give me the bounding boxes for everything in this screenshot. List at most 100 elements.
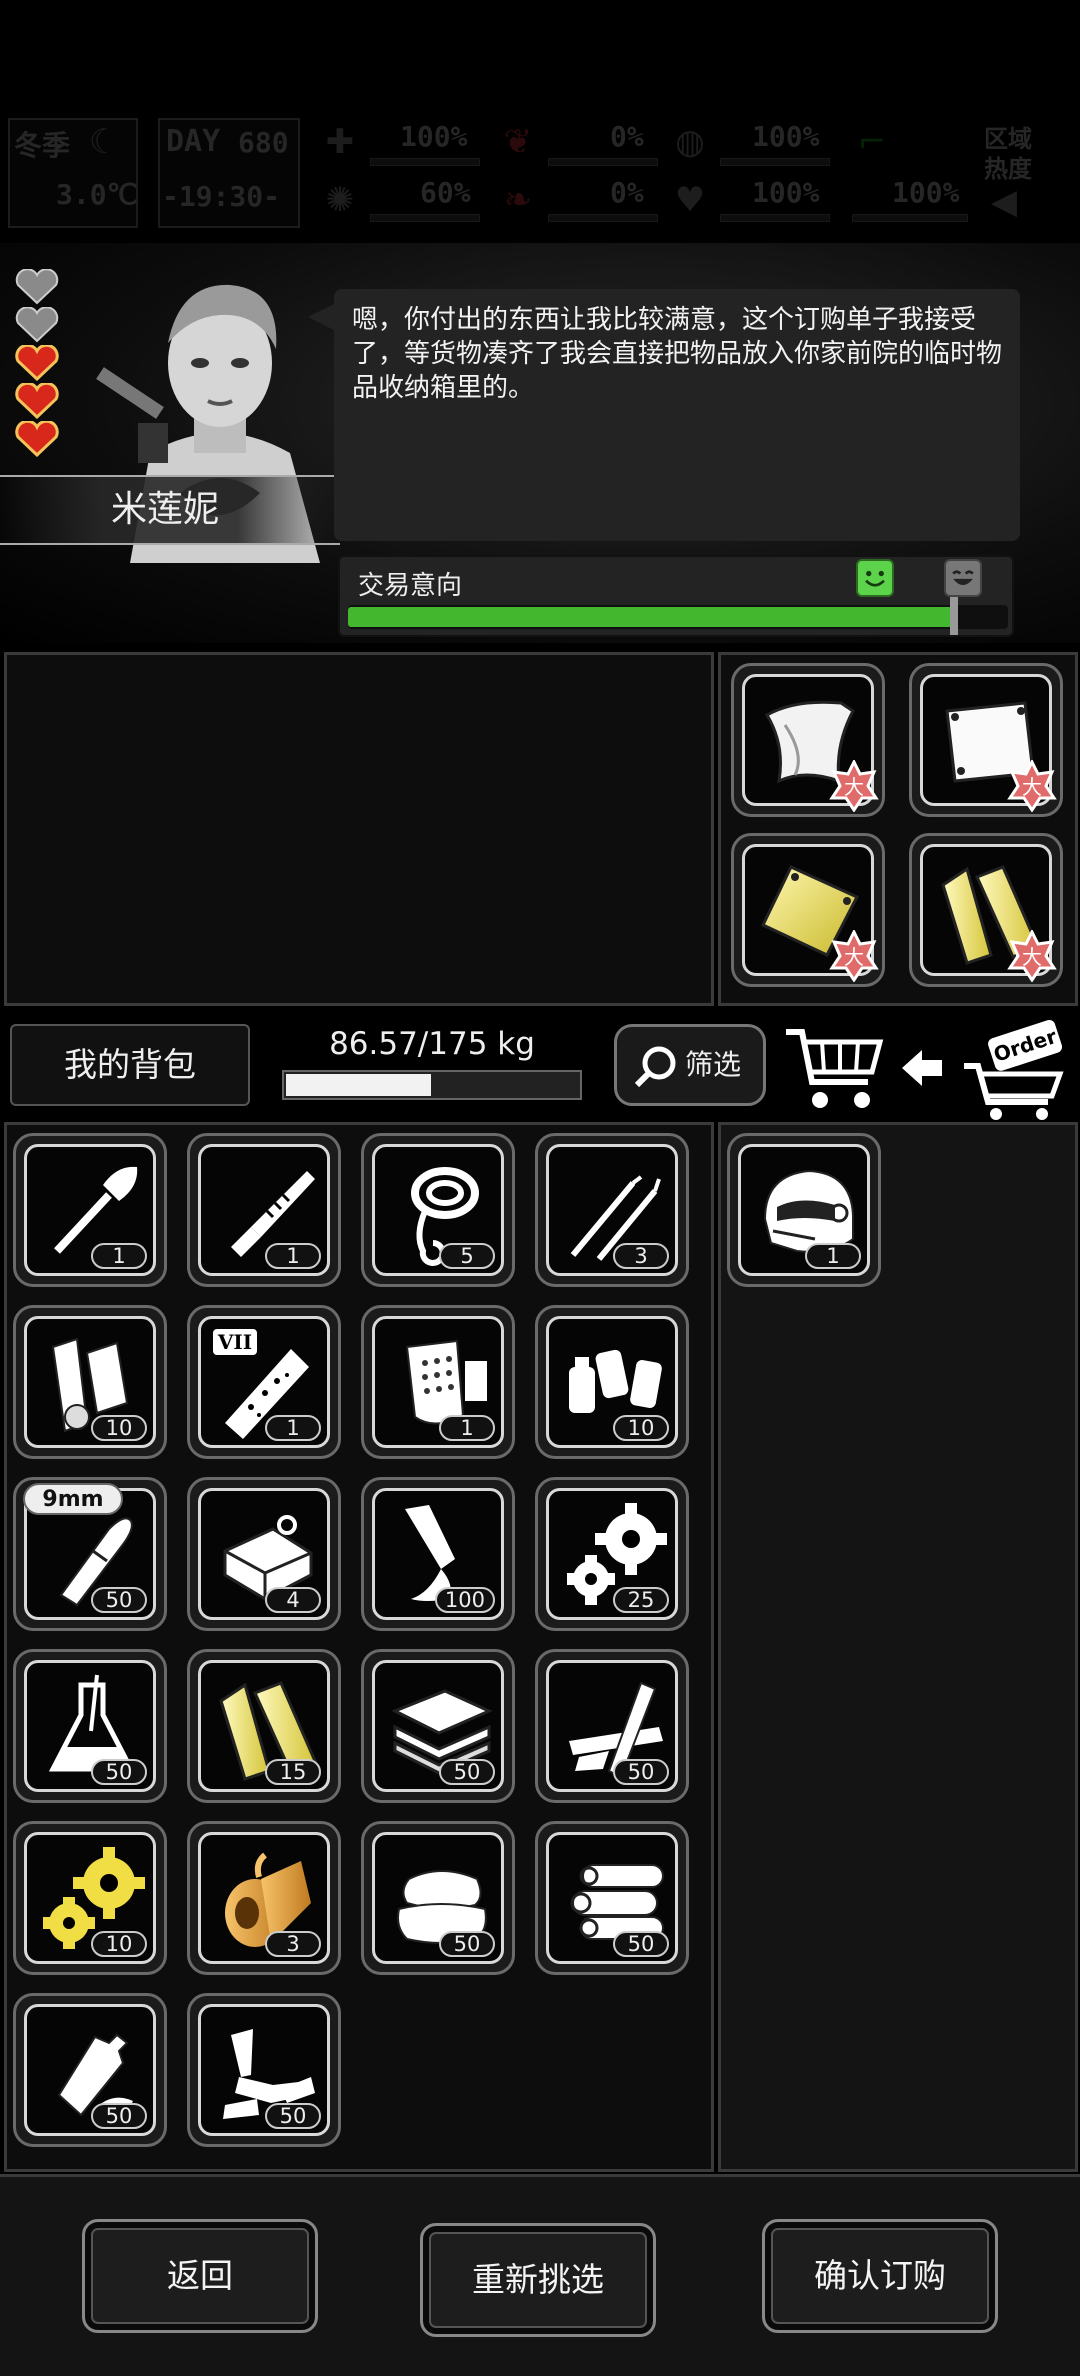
blood-bar <box>548 214 658 222</box>
inventory-slot[interactable]: 50 <box>361 1821 515 1975</box>
order-item-slot[interactable]: 大 <box>909 663 1063 817</box>
item-quantity: 50 <box>613 1931 669 1957</box>
inventory-slot[interactable]: 50 <box>535 1821 689 1975</box>
heart-empty-icon <box>15 269 59 305</box>
offered-items-grid: 1 <box>718 1122 1078 2172</box>
inventory-slot[interactable]: 1 <box>13 1133 167 1287</box>
mood-value: 100% <box>752 176 820 209</box>
inventory-slot[interactable]: VII 1 <box>187 1305 341 1459</box>
inventory-slot[interactable]: 10 <box>13 1305 167 1459</box>
size-label: 大 <box>844 945 864 969</box>
order-item-slot[interactable]: 大 <box>731 663 885 817</box>
back-button[interactable]: 返回 <box>82 2219 318 2333</box>
blood-drop-icon: ❧ <box>503 180 533 220</box>
hunger-value: 100% <box>752 120 820 153</box>
item-quantity: 50 <box>439 1931 495 1957</box>
inventory-slot[interactable]: 4 <box>187 1477 341 1631</box>
day-number: 680 <box>238 126 289 159</box>
day-label: DAY <box>166 124 221 159</box>
item-quantity: 3 <box>613 1243 669 1269</box>
item-quantity: 50 <box>265 2103 321 2129</box>
large-size-badge-icon: 大 <box>1007 930 1057 982</box>
sanity-bar <box>370 214 480 222</box>
item-quantity: 1 <box>265 1415 321 1441</box>
trade-intent-label: 交易意向 <box>358 571 463 601</box>
heart-filled-icon <box>15 421 59 457</box>
inventory-slot[interactable]: 10 <box>13 1821 167 1975</box>
my-bag-tab[interactable]: 我的背包 <box>10 1024 250 1106</box>
shopping-cart-icon[interactable] <box>782 1024 884 1116</box>
inventory-slot[interactable]: 50 <box>13 1649 167 1803</box>
inventory-slot[interactable]: 15 <box>187 1649 341 1803</box>
order-items-grid: 大 大 大 大 <box>718 652 1078 1006</box>
inventory-slot[interactable]: 50 <box>13 1993 167 2147</box>
order-item-slot[interactable]: 大 <box>909 833 1063 987</box>
search-icon <box>634 1046 676 1088</box>
inventory-slot[interactable]: 50 <box>361 1649 515 1803</box>
item-quantity: 10 <box>91 1931 147 1957</box>
heart-filled-icon <box>15 345 59 381</box>
brain-icon: ✺ <box>325 180 355 220</box>
bleeding-bar <box>548 158 658 166</box>
moon-icon: ☾ <box>88 122 120 162</box>
large-size-badge-icon: 大 <box>829 930 879 982</box>
health-bar <box>370 158 480 166</box>
inventory-slot[interactable]: 25 <box>535 1477 689 1631</box>
offered-item-slot[interactable]: 1 <box>727 1133 881 1287</box>
large-size-badge-icon: 大 <box>1007 760 1057 812</box>
item-quantity: 50 <box>91 1587 147 1613</box>
bleeding-icon: ❦ <box>503 122 533 162</box>
area-heat-label: 区域热度 <box>984 125 1032 183</box>
inventory-slot[interactable]: 3 <box>187 1821 341 1975</box>
dialog-text: 嗯，你付出的东西让我比较满意，这个订购单子我接受了，等货物凑齐了我会直接把物品放… <box>352 305 1003 403</box>
status-bar: 冬季 ☾ 3.0℃ DAY 680 -19:30- ✚ 100% ✺ 60% ❦… <box>0 110 1080 240</box>
item-quantity: 1 <box>91 1243 147 1269</box>
inventory-slot[interactable]: 1 <box>361 1305 515 1459</box>
bleeding-value: 0% <box>610 120 644 153</box>
vial-tag: VII <box>217 1330 252 1354</box>
dialog-box: 嗯，你付出的东西让我比较满意，这个订购单子我接受了，等货物凑齐了我会直接把物品放… <box>334 289 1020 541</box>
item-quantity: 50 <box>91 1759 147 1785</box>
item-quantity: 1 <box>439 1415 495 1441</box>
inventory-slot[interactable]: 3 <box>535 1133 689 1287</box>
stamina-bar <box>852 214 968 222</box>
inventory-slot[interactable]: 10 <box>535 1305 689 1459</box>
bottom-action-bar: 返回 重新挑选 确认订购 <box>0 2174 1080 2376</box>
trade-intent-panel: 交易意向 <box>338 555 1014 637</box>
boot-icon: ⌐ <box>857 122 887 162</box>
inventory-slot[interactable]: 50 <box>187 1993 341 2147</box>
order-empty-area <box>4 652 714 1006</box>
filter-label: 筛选 <box>685 1048 742 1081</box>
temperature: 3.0℃ <box>56 178 139 211</box>
item-quantity: 4 <box>265 1587 321 1613</box>
grin-face-icon <box>944 559 982 597</box>
mood-bar <box>720 214 830 222</box>
item-quantity: 50 <box>613 1759 669 1785</box>
item-quantity: 5 <box>439 1243 495 1269</box>
bag-weight-fill <box>286 1074 431 1096</box>
food-icon: ◍ <box>675 122 705 162</box>
size-label: 大 <box>1022 945 1042 969</box>
inventory-slot[interactable]: 1 <box>187 1133 341 1287</box>
filter-button[interactable]: 筛选 <box>614 1024 766 1106</box>
health-value: 100% <box>400 120 468 153</box>
medkit-icon: ✚ <box>325 122 355 162</box>
inventory-slot[interactable]: 100 <box>361 1477 515 1631</box>
large-size-badge-icon: 大 <box>829 760 879 812</box>
order-item-slot[interactable]: 大 <box>731 833 885 987</box>
item-quantity: 100 <box>434 1587 495 1613</box>
hunger-bar <box>720 158 830 166</box>
speaker-icon[interactable]: ◀ <box>984 182 1024 222</box>
order-cart-icon[interactable]: Order <box>960 1016 1070 1120</box>
inventory-slot[interactable]: 50 <box>535 1649 689 1803</box>
item-quantity: 3 <box>265 1931 321 1957</box>
stamina-value: 100% <box>892 176 960 209</box>
inventory-slot[interactable]: 5 <box>361 1133 515 1287</box>
confirm-order-button[interactable]: 确认订购 <box>762 2219 998 2333</box>
heart-filled-icon <box>15 383 59 419</box>
reselect-button[interactable]: 重新挑选 <box>420 2223 656 2337</box>
happy-face-icon <box>856 559 894 597</box>
sanity-value: 60% <box>420 176 471 209</box>
inventory-slot[interactable]: 9mm 50 <box>13 1477 167 1631</box>
item-quantity: 10 <box>91 1415 147 1441</box>
